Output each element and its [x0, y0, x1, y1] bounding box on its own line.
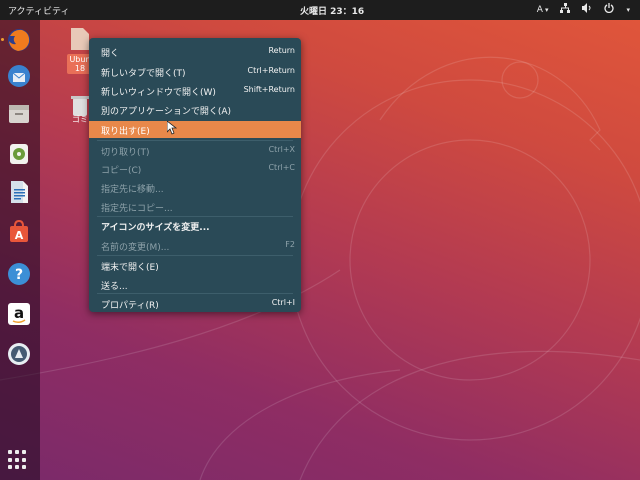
top-bar: アクティビティ 火曜日 23：16 A ▾ ▾: [0, 0, 640, 20]
menu-item-open-with-other-app[interactable]: 別のアプリケーションで開く(A): [89, 101, 301, 118]
menu-separator: [97, 140, 293, 141]
svg-text:a: a: [14, 304, 24, 322]
menu-item-send-to[interactable]: 送る...: [89, 276, 301, 293]
amazon-icon[interactable]: a: [5, 300, 33, 328]
menu-item-properties[interactable]: プロパティ(R) Ctrl+I: [89, 295, 301, 312]
rhythmbox-icon[interactable]: [5, 140, 33, 168]
mouse-cursor-icon: [167, 121, 177, 135]
menu-item-open-in-terminal[interactable]: 端末で開く(E): [89, 257, 301, 274]
system-menu-caret[interactable]: ▾: [626, 6, 630, 14]
software-icon[interactable]: A: [5, 218, 33, 246]
svg-text:A: A: [15, 229, 24, 242]
power-icon[interactable]: [604, 3, 615, 16]
files-icon[interactable]: [5, 100, 33, 128]
disc-icon: [71, 28, 89, 50]
writer-icon[interactable]: [5, 178, 33, 206]
input-method-indicator[interactable]: A ▾: [537, 5, 549, 15]
menu-item-open-in-new-window[interactable]: 新しいウィンドウで開く(W) Shift+Return: [89, 82, 301, 99]
firefox-icon[interactable]: [1, 26, 33, 54]
menu-item-rename[interactable]: 名前の変更(M)... F2: [89, 237, 301, 254]
menu-item-eject[interactable]: 取り出す(E): [89, 121, 301, 138]
menu-item-cut[interactable]: 切り取り(T) Ctrl+X: [89, 142, 301, 159]
menu-item-open-in-new-tab[interactable]: 新しいタブで開く(T) Ctrl+Return: [89, 63, 301, 80]
help-icon[interactable]: ?: [5, 260, 33, 288]
menu-separator: [97, 293, 293, 294]
menu-item-move-to[interactable]: 指定先に移動...: [89, 179, 301, 196]
menu-item-open[interactable]: 開く Return: [89, 43, 301, 60]
desktop-icon-label: ゴミ: [72, 115, 88, 124]
network-icon[interactable]: [560, 3, 571, 16]
volume-icon[interactable]: [582, 3, 592, 16]
thunderbird-icon[interactable]: [5, 62, 33, 90]
system-tray[interactable]: A ▾ ▾: [537, 3, 630, 16]
activities-button[interactable]: アクティビティ: [8, 4, 69, 17]
menu-separator: [97, 255, 293, 256]
menu-item-copy[interactable]: コピー(C) Ctrl+C: [89, 160, 301, 177]
disk-icon[interactable]: [5, 340, 33, 368]
show-applications-grid-icon[interactable]: [8, 450, 28, 470]
menu-item-copy-to[interactable]: 指定先にコピー...: [89, 198, 301, 215]
menu-item-resize-icon[interactable]: アイコンのサイズを変更...: [89, 217, 301, 234]
context-menu: 開く Return 新しいタブで開く(T) Ctrl+Return 新しいウィンドウ…: [89, 38, 301, 312]
svg-text:?: ?: [15, 267, 23, 283]
dock: A ? a: [0, 20, 40, 480]
clock[interactable]: 火曜日 23：16: [300, 4, 364, 17]
